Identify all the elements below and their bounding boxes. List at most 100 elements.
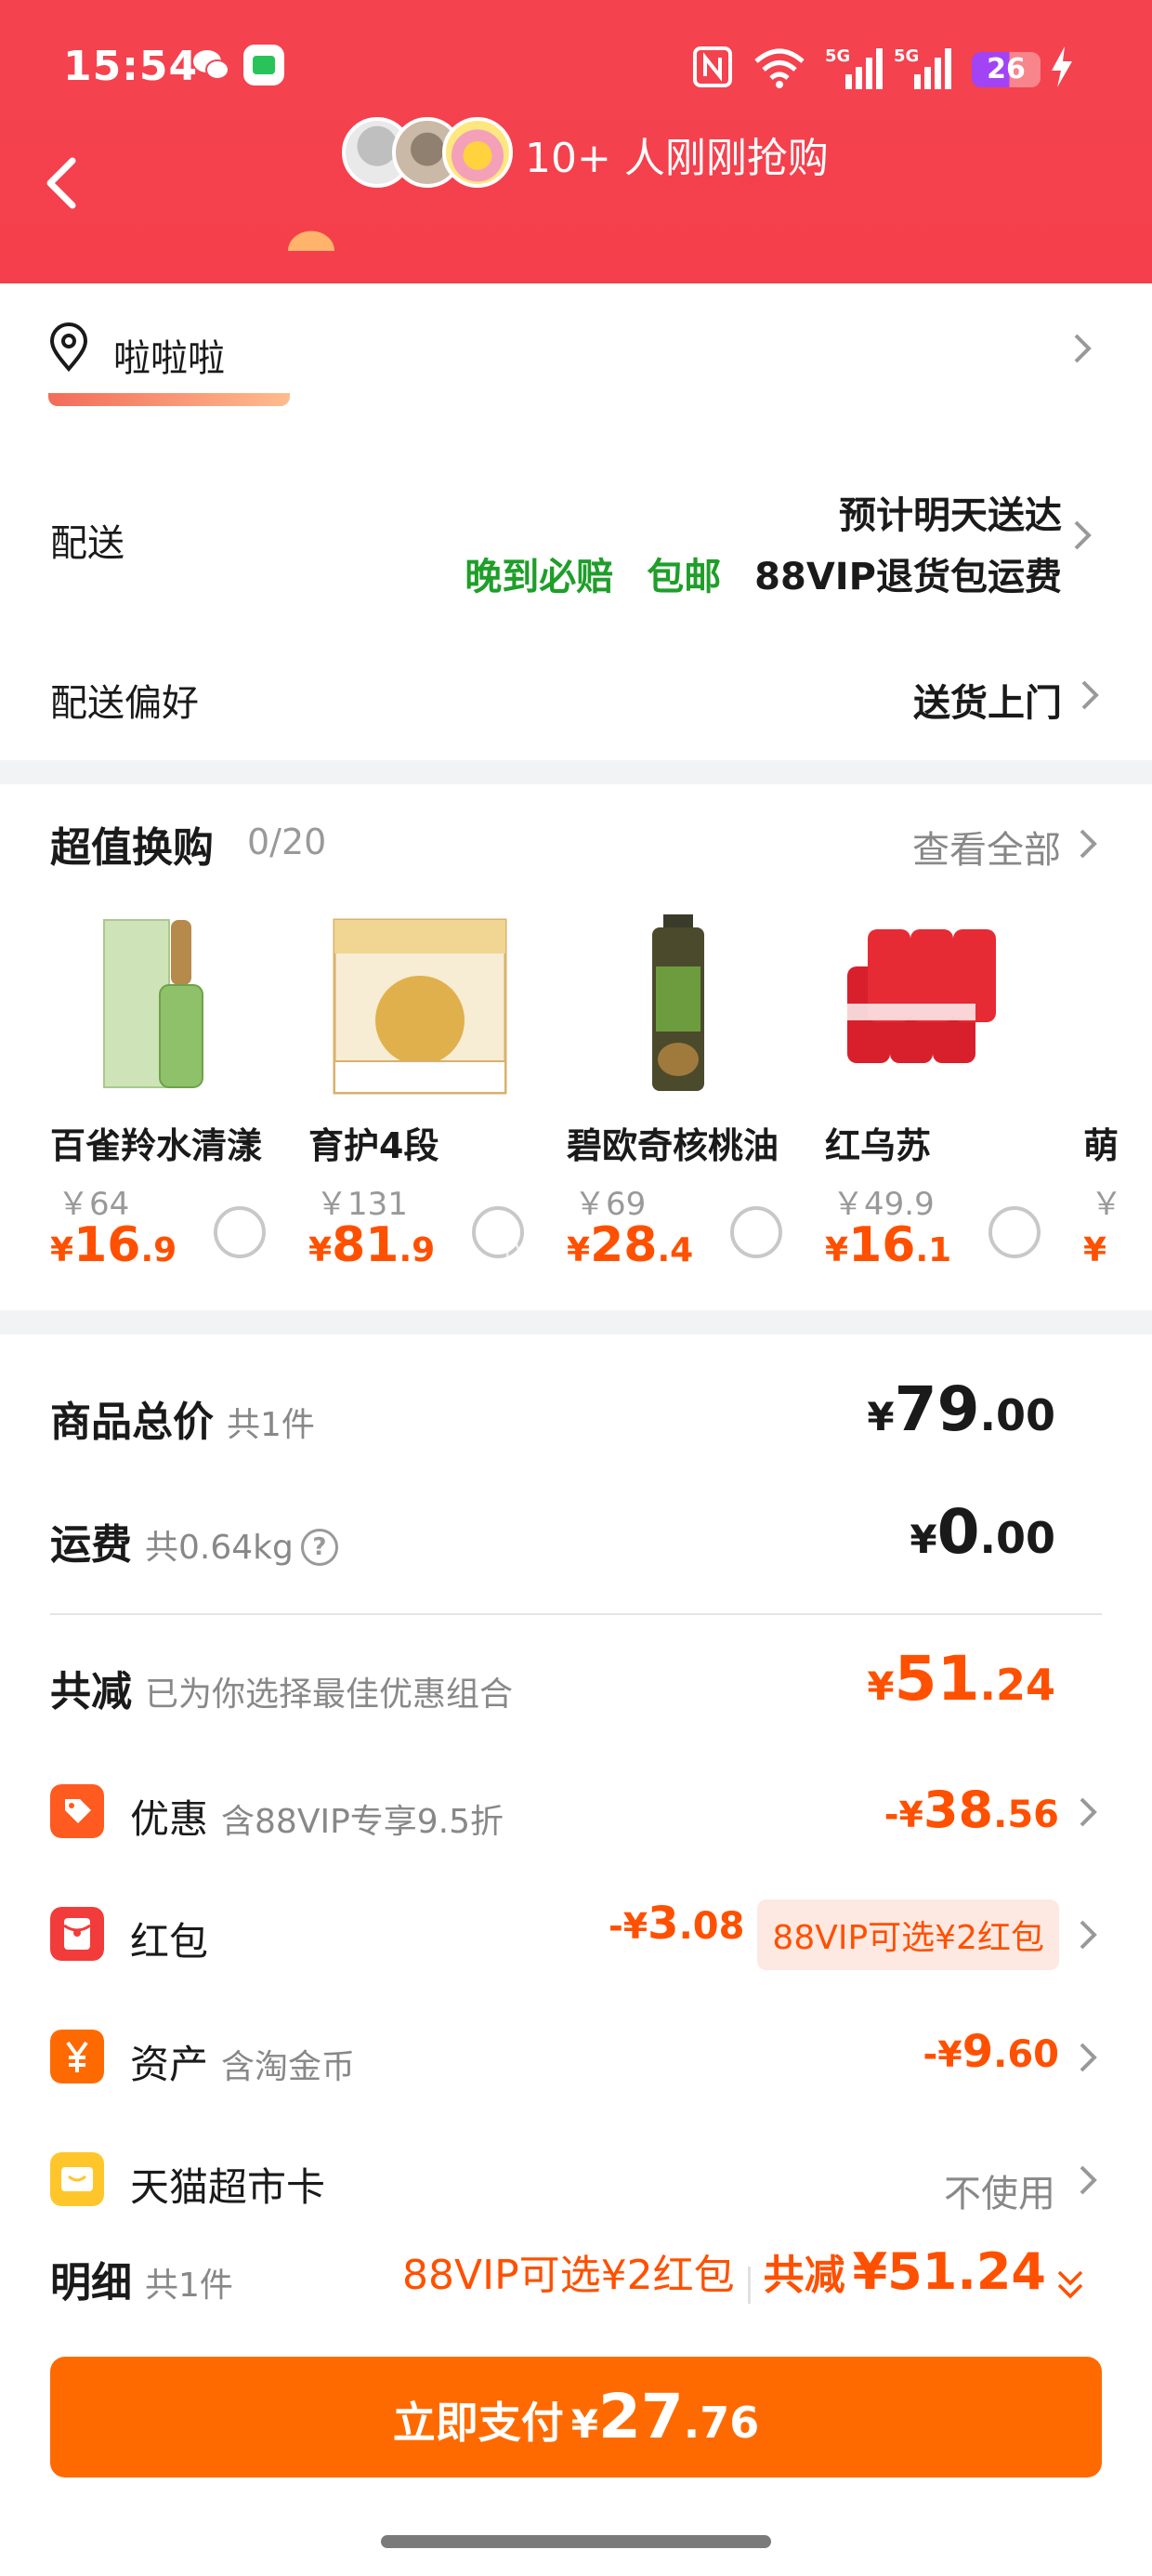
freight-value: ¥0.00	[910, 1496, 1055, 1568]
preference-label: 配送偏好	[50, 682, 199, 725]
supermarket-card-row[interactable]: 天猫超市卡 不使用	[0, 2134, 1152, 2236]
product-name: 红乌苏	[825, 1125, 932, 1166]
charging-icon	[1052, 46, 1072, 87]
product-name: 萌	[1083, 1125, 1119, 1166]
wechat-icon	[193, 50, 229, 80]
promo-value: -¥38.56	[884, 1781, 1059, 1839]
chevron-right-icon	[1081, 680, 1099, 710]
chevron-right-icon	[1074, 520, 1092, 550]
chevron-right-icon	[1080, 1797, 1097, 1827]
return-shipping-tag: 88VIP退货包运费	[754, 556, 1062, 598]
svg-text:5G: 5G	[825, 46, 850, 66]
swap-section-title: 超值换购	[50, 824, 214, 872]
buyer-avatars	[342, 117, 515, 188]
nfc-icon	[693, 46, 732, 87]
watermark-text: 小小	[492, 1230, 553, 1266]
divider	[50, 1613, 1102, 1615]
coupon-tag-icon	[50, 1784, 104, 1838]
goods-total-row: 商品总价 共1件 ¥79.00	[0, 1373, 1152, 1466]
shipping-row[interactable]: 配送 预计明天送达 晚到必赔 包邮 88VIP退货包运费	[0, 465, 1152, 623]
promo-row[interactable]: 优惠 含88VIP专享9.5折 -¥38.56	[0, 1766, 1152, 1868]
supermarket-card-icon	[50, 2152, 104, 2206]
avatar	[442, 117, 513, 188]
total-discount-label: 共减 已为你选择最佳优惠组合	[50, 1668, 514, 1715]
page-header: 15:54 5G 5G 26 10+ 人刚刚抢购	[0, 0, 1152, 283]
wifi-icon	[754, 48, 805, 88]
swap-product-card[interactable]: 百雀羚水清漾 ￥64 ¥16.9	[50, 911, 308, 1282]
assets-label: 资产 含淘金币	[130, 2042, 356, 2087]
chevron-right-icon	[1080, 1920, 1097, 1950]
back-button[interactable]	[37, 153, 89, 213]
signal-5g-icon: 5G	[825, 46, 883, 89]
swap-product-card[interactable]: 萌 ￥ ¥	[1083, 911, 1152, 1282]
supermarket-card-value: 不使用	[944, 2173, 1055, 2215]
separator	[747, 2266, 751, 2304]
red-packet-value: -¥3.08 88VIP可选¥2红包	[609, 1898, 1059, 1970]
svg-text:5G: 5G	[894, 46, 919, 66]
product-name: 碧欧奇核桃油	[567, 1125, 779, 1166]
address-row[interactable]: 啦啦啦	[0, 283, 1152, 406]
assets-value: -¥9.60	[923, 2026, 1059, 2078]
product-image	[308, 911, 531, 1106]
product-image	[567, 911, 790, 1106]
swap-product-list: 百雀羚水清漾 ￥64 ¥16.9 育护4段 ￥131 ¥81.9 碧欧奇核桃油 …	[0, 911, 1152, 1282]
battery-icon: 26	[972, 52, 1041, 87]
recent-buyers-text: 10+ 人刚刚抢购	[525, 135, 829, 182]
chevron-down-icon[interactable]	[1054, 2267, 1087, 2304]
vip-red-packet-tip: 88VIP可选¥2红包	[402, 2252, 735, 2299]
freight-label: 运费 共0.64kg?	[50, 1511, 338, 1571]
message-app-icon	[243, 45, 284, 85]
section-divider	[0, 760, 1152, 784]
detail-summary: 88VIP可选¥2红包 共减 ¥51.24	[402, 2241, 1087, 2304]
vip-red-packet-badge[interactable]: 88VIP可选¥2红包	[757, 1899, 1059, 1970]
location-pin-icon	[49, 322, 88, 373]
goods-total-label: 商品总价 共1件	[50, 1399, 315, 1446]
promo-label: 优惠 含88VIP专享9.5折	[130, 1796, 504, 1842]
supermarket-card-label: 天猫超市卡	[130, 2164, 326, 2210]
product-name: 百雀羚水清漾	[50, 1125, 263, 1166]
view-all-link[interactable]: 查看全部	[912, 820, 1061, 874]
header-decoration	[279, 223, 344, 251]
free-shipping-tag: 包邮	[647, 556, 722, 598]
signal-5g-icon: 5G	[894, 46, 951, 89]
product-swap-price: ¥16.1	[825, 1217, 952, 1273]
goods-total-value: ¥79.00	[867, 1373, 1055, 1445]
yen-coin-icon	[50, 2030, 104, 2083]
detail-total-value: ¥51.24	[852, 2242, 1046, 2301]
detail-row[interactable]: 明细 共1件 88VIP可选¥2红包 共减 ¥51.24	[0, 2240, 1152, 2320]
total-discount-value: ¥51.24	[867, 1643, 1055, 1715]
select-radio[interactable]	[988, 1206, 1041, 1258]
pay-now-button[interactable]: 立即支付 ¥27.76	[50, 2357, 1102, 2477]
shipping-tags: 晚到必赔 包邮 88VIP退货包运费	[465, 546, 1062, 600]
product-swap-price: ¥	[1083, 1231, 1107, 1269]
shipping-eta: 预计明天送达	[839, 494, 1062, 537]
chevron-right-icon	[1080, 2165, 1097, 2195]
swap-product-card[interactable]: 碧欧奇核桃油 ￥69 ¥28.4	[567, 911, 825, 1282]
freight-row: 运费 共0.64kg? ¥0.00	[0, 1496, 1152, 1589]
total-discount-row: 共减 已为你选择最佳优惠组合 ¥51.24	[0, 1643, 1152, 1736]
select-radio[interactable]	[730, 1206, 782, 1258]
assets-row[interactable]: 资产 含淘金币 -¥9.60	[0, 2011, 1152, 2113]
detail-total-label: 共减	[763, 2252, 845, 2299]
product-image	[50, 911, 273, 1106]
preference-value: 送货上门	[913, 682, 1062, 725]
red-packet-row[interactable]: 红包 -¥3.08 88VIP可选¥2红包	[0, 1888, 1152, 1991]
chevron-right-icon[interactable]	[1076, 825, 1100, 862]
red-packet-icon	[50, 1907, 104, 1961]
product-image	[825, 911, 1048, 1106]
section-divider	[0, 1310, 1152, 1334]
status-time: 15:54	[63, 43, 199, 90]
product-swap-price: ¥28.4	[567, 1217, 694, 1273]
delivery-preference-row[interactable]: 配送偏好 送货上门	[0, 651, 1152, 753]
red-packet-label: 红包	[130, 1919, 209, 1965]
swap-product-card[interactable]: 红乌苏 ￥49.9 ¥16.1	[825, 911, 1083, 1282]
status-bar: 15:54 5G 5G 26	[0, 37, 1152, 102]
home-indicator[interactable]	[381, 2535, 771, 2548]
address-banner-strip	[48, 393, 290, 406]
address-text: 啦啦啦	[113, 337, 225, 380]
product-swap-price: ¥16.9	[50, 1217, 177, 1273]
swap-count: 0/20	[247, 821, 327, 862]
chevron-right-icon	[1080, 2043, 1097, 2072]
select-radio[interactable]	[214, 1206, 266, 1258]
help-icon[interactable]: ?	[300, 1529, 338, 1566]
